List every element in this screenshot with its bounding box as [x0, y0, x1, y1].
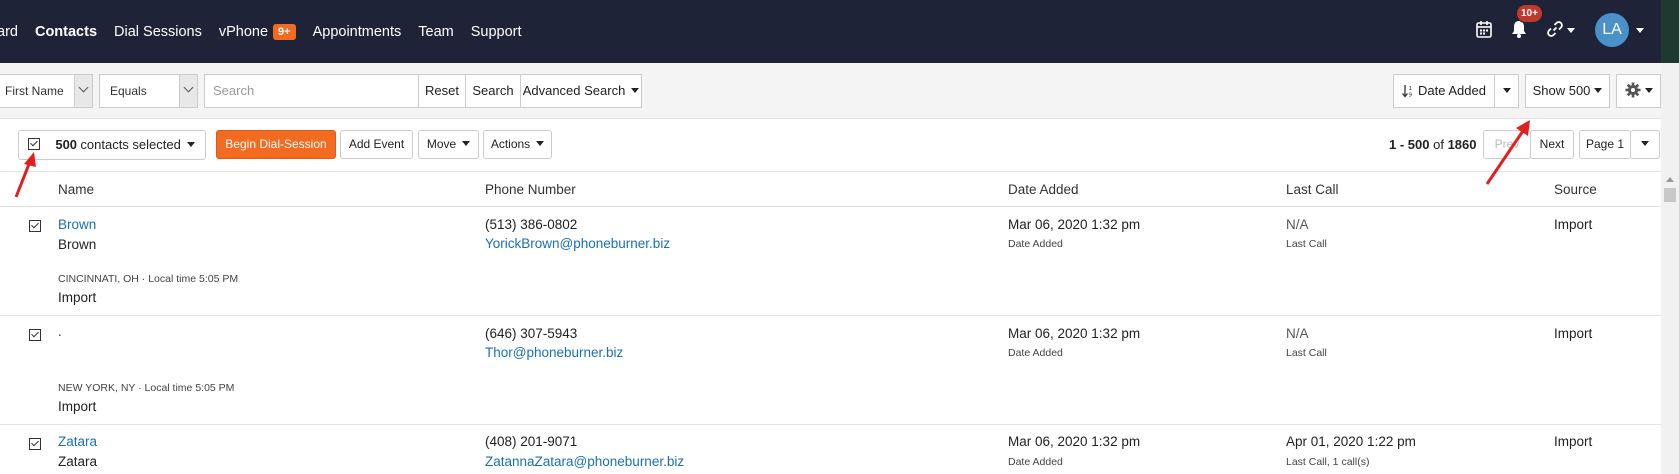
annotation-arrow-left — [14, 152, 36, 198]
annotation-arrow-right — [1485, 120, 1530, 185]
annotation-arrows — [14, 120, 1530, 198]
page: ard Contacts Dial Sessions vPhone 9+ Appo… — [0, 0, 1679, 474]
